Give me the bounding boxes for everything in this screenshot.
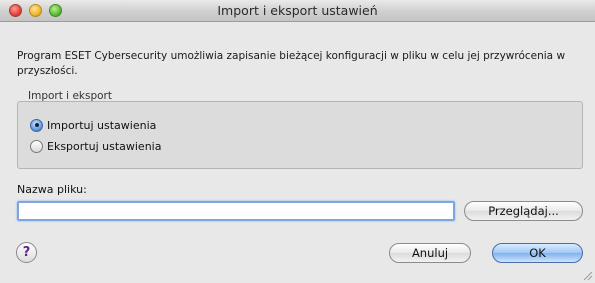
window-title: Import i eksport ustawień xyxy=(217,3,378,18)
radio-import[interactable] xyxy=(30,118,43,132)
radio-import-label: Importuj ustawienia xyxy=(47,118,157,132)
title-bar: Import i eksport ustawień xyxy=(0,0,595,22)
radio-export-label: Eksportuj ustawienia xyxy=(47,139,162,153)
cancel-button[interactable]: Anuluj xyxy=(389,243,471,263)
browse-button[interactable]: Przeglądaj... xyxy=(464,201,583,221)
file-name-label: Nazwa pliku: xyxy=(17,183,87,196)
group-label: Import i eksport xyxy=(28,90,112,102)
resize-grip-icon[interactable] xyxy=(583,271,593,281)
file-name-input[interactable] xyxy=(17,201,455,221)
help-button[interactable]: ? xyxy=(16,242,37,263)
import-export-dialog: Import i eksport ustawień Program ESET C… xyxy=(0,0,595,283)
import-settings-option[interactable]: Importuj ustawienia xyxy=(30,117,156,133)
dialog-description: Program ESET Cybersecurity umożliwia zap… xyxy=(17,50,566,77)
ok-button[interactable]: OK xyxy=(492,243,583,263)
radio-export[interactable] xyxy=(30,139,43,153)
export-settings-option[interactable]: Eksportuj ustawienia xyxy=(30,138,161,154)
import-export-group xyxy=(17,101,583,169)
